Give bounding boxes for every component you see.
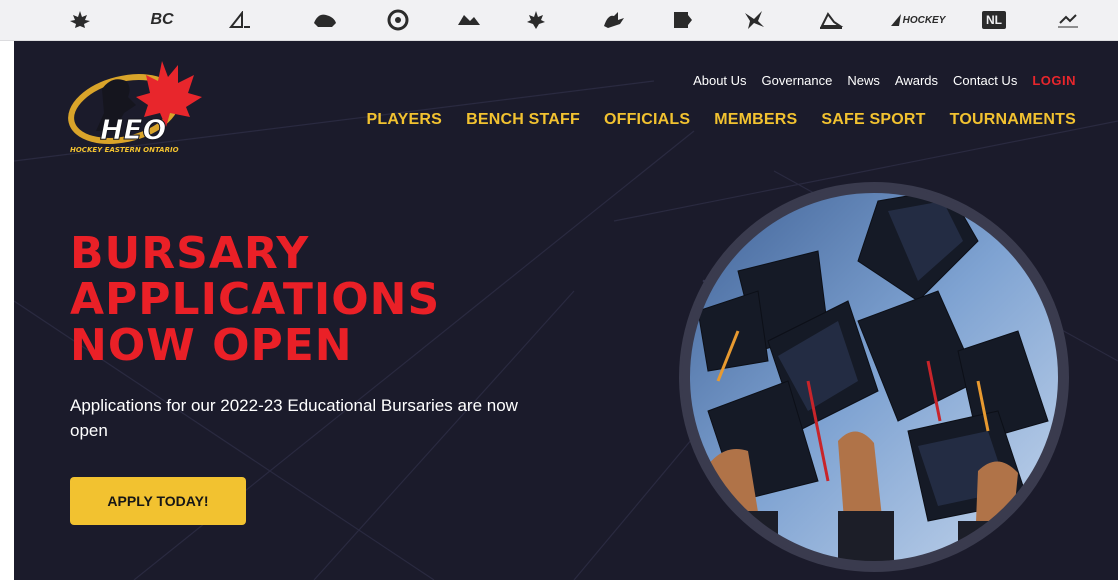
nav-item-safe-sport[interactable]: SAFE SPORT bbox=[821, 111, 925, 129]
main-nav: PLAYERS BENCH STAFF OFFICIALS MEMBERS SA… bbox=[367, 111, 1076, 129]
hero-headline-line-3: NOW OPEN bbox=[70, 320, 353, 371]
hockey-nl-logo-icon[interactable]: NL bbox=[982, 11, 1006, 29]
hockey-nova-scotia-logo-text: HOCKEY bbox=[902, 14, 946, 26]
hero-headline-line-1: BURSARY bbox=[70, 228, 310, 279]
hockey-nl-logo-text: NL bbox=[986, 13, 1002, 27]
nav-link-governance[interactable]: Governance bbox=[762, 73, 833, 88]
nav-item-members[interactable]: MEMBERS bbox=[714, 111, 797, 129]
hockey-alberta-logo-icon[interactable] bbox=[226, 8, 254, 32]
hero-headline: BURSARY APPLICATIONS NOW OPEN bbox=[70, 231, 440, 369]
partner-logo-bar: BC HOCKEY NL bbox=[0, 0, 1118, 41]
hockey-new-brunswick-logo-icon[interactable] bbox=[740, 8, 768, 32]
nav-link-news[interactable]: News bbox=[847, 73, 880, 88]
hockey-manitoba-logo-icon[interactable] bbox=[384, 8, 412, 32]
hockey-nova-scotia-logo-icon[interactable]: HOCKEY bbox=[888, 8, 946, 32]
sask-hockey-logo-icon[interactable] bbox=[310, 8, 340, 32]
nav-item-officials[interactable]: OFFICIALS bbox=[604, 111, 690, 129]
utility-nav: About Us Governance News Awards Contact … bbox=[693, 73, 1076, 88]
graduation-caps-photo bbox=[679, 182, 1069, 572]
login-link[interactable]: LOGIN bbox=[1032, 73, 1076, 88]
hero-headline-line-2: APPLICATIONS bbox=[70, 274, 441, 325]
ohf-logo-icon[interactable] bbox=[522, 8, 550, 32]
bc-hockey-logo-text: BC bbox=[150, 11, 174, 28]
nav-link-awards[interactable]: Awards bbox=[895, 73, 938, 88]
nav-item-bench-staff[interactable]: BENCH STAFF bbox=[466, 111, 580, 129]
heo-logo[interactable]: HEO HOCKEY EASTERN ONTARIO bbox=[66, 53, 206, 157]
hockey-north-logo-icon[interactable] bbox=[1054, 8, 1082, 32]
nav-item-tournaments[interactable]: TOURNAMENTS bbox=[950, 111, 1076, 129]
logo-text: HEO bbox=[100, 113, 166, 146]
hero-section: HEO HOCKEY EASTERN ONTARIO About Us Gove… bbox=[14, 41, 1118, 580]
apply-today-button[interactable]: APPLY TODAY! bbox=[70, 477, 246, 525]
hockey-pei-logo-icon[interactable] bbox=[816, 8, 846, 32]
nav-link-contact-us[interactable]: Contact Us bbox=[953, 73, 1017, 88]
logo-subtext: HOCKEY EASTERN ONTARIO bbox=[70, 146, 179, 154]
nav-link-about-us[interactable]: About Us bbox=[693, 73, 746, 88]
hero-subtext: Applications for our 2022-23 Educational… bbox=[70, 396, 518, 440]
hockey-eastern-ontario-logo-icon[interactable] bbox=[598, 8, 628, 32]
hockey-canada-logo-icon[interactable] bbox=[66, 8, 94, 32]
page: BC HOCKEY NL HEO HOCKEY EASTERN ONTARIO … bbox=[0, 0, 1118, 580]
nav-item-players[interactable]: PLAYERS bbox=[367, 111, 443, 129]
hockey-quebec-logo-icon[interactable] bbox=[668, 8, 696, 32]
bc-hockey-logo-icon[interactable]: BC bbox=[143, 8, 181, 32]
hockey-northwestern-ontario-logo-icon[interactable] bbox=[454, 8, 484, 32]
